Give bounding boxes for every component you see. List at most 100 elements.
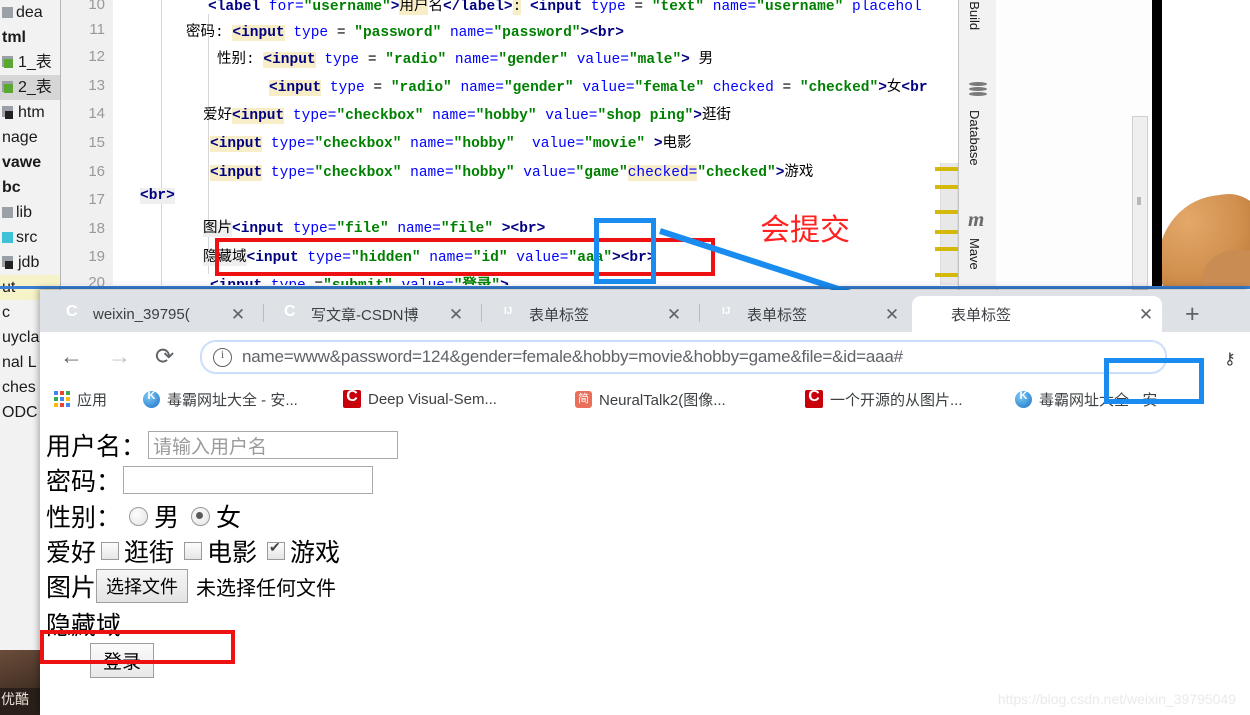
- browser-tab-active[interactable]: 表单标签 ✕: [912, 296, 1162, 332]
- code-line: 爱好<input type="checkbox" name="hobby" va…: [203, 108, 731, 124]
- hobby-checkbox-movie[interactable]: [184, 542, 203, 560]
- project-item-label: ches: [2, 379, 36, 396]
- address-bar[interactable]: name=www&password=124&gender=female&hobb…: [200, 340, 1167, 374]
- line-number: 11: [89, 21, 105, 38]
- maven-m-icon: m: [968, 207, 985, 231]
- intellij-idea-icon: [720, 305, 738, 323]
- line-number: 12: [88, 48, 105, 65]
- code-line: <input type = "radio" name="gender" valu…: [269, 80, 928, 96]
- project-item-label: bc: [2, 179, 21, 196]
- line-number: 10: [88, 0, 105, 13]
- gender-radio-female[interactable]: [191, 506, 211, 526]
- site-info-icon[interactable]: [213, 347, 232, 367]
- tab-close-icon[interactable]: ✕: [884, 306, 900, 323]
- project-item-label: src: [16, 229, 38, 246]
- bookmark-item[interactable]: 毒霸网址大全 - 安...: [143, 388, 298, 410]
- password-input[interactable]: [123, 466, 374, 494]
- project-tree-item[interactable]: src: [0, 225, 60, 250]
- ide-tab-database[interactable]: Database: [967, 110, 982, 166]
- browser-tab[interactable]: 表单标签 ✕: [490, 296, 690, 332]
- line-number: 15: [88, 134, 105, 151]
- tab-close-icon[interactable]: ✕: [230, 306, 246, 323]
- scrollbar-grip-icon: [1137, 197, 1141, 205]
- project-item-label: nal L: [2, 354, 37, 371]
- project-item-label: lib: [16, 204, 33, 221]
- project-item-label: jdb: [18, 254, 40, 271]
- file-status-text: 未选择任何文件: [196, 577, 337, 600]
- ide-tab-build[interactable]: t Build: [967, 0, 982, 30]
- ide-tab-maven[interactable]: Mave: [967, 238, 982, 270]
- csdn-icon: [343, 388, 361, 408]
- hobby-label: 爱好: [46, 539, 97, 567]
- line-number: 13: [88, 77, 105, 94]
- project-tree-item[interactable]: dea: [0, 0, 60, 25]
- project-tree-item[interactable]: tml: [0, 25, 60, 50]
- project-tree-item[interactable]: htm: [0, 100, 60, 125]
- page-viewport: 用户名： 请输入用户名 密码： 性别： 男 女 爱好 逛街 电影 游戏: [40, 418, 1250, 715]
- hobby-shopping-label: 逛街: [124, 539, 175, 567]
- username-row: 用户名： 请输入用户名: [46, 427, 399, 463]
- bookmark-apps[interactable]: 应用: [54, 388, 107, 410]
- intellij-idea-icon: [924, 305, 942, 323]
- project-tree-item[interactable]: nage: [0, 125, 60, 150]
- hobby-row: 爱好 逛街 电影 游戏: [46, 533, 340, 569]
- username-placeholder-text: 请输入用户名: [153, 436, 268, 458]
- project-item-label: uycla: [2, 329, 40, 346]
- ide-right-toolbar[interactable]: t Build Database m Mave: [958, 0, 998, 290]
- file-row: 图片 选择文件 未选择任何文件: [46, 568, 336, 604]
- bookmark-item[interactable]: NeuralTalk2(图像...: [575, 388, 726, 410]
- project-item-label: ODC: [2, 404, 38, 421]
- browser-tab[interactable]: 写文章-CSDN博 ✕: [272, 296, 472, 332]
- tab-close-icon[interactable]: ✕: [666, 306, 682, 323]
- password-key-icon[interactable]: ⚷: [1224, 349, 1236, 369]
- username-input[interactable]: 请输入用户名: [148, 431, 399, 459]
- forward-button-icon[interactable]: →: [108, 344, 132, 368]
- bookmark-label: NeuralTalk2(图像...: [599, 391, 726, 409]
- project-item-label: 1_表: [18, 54, 52, 71]
- bookmark-item[interactable]: Deep Visual-Sem...: [343, 388, 497, 410]
- line-number: 19: [88, 248, 105, 265]
- line-number: 17: [88, 191, 105, 208]
- editor-warning-markers: [935, 163, 963, 285]
- gender-female-label: 女: [216, 504, 242, 532]
- tab-close-icon[interactable]: ✕: [1138, 306, 1154, 323]
- taskbar-label: 优酷: [1, 691, 29, 707]
- code-line: 性别: <input type = "radio" name="gender" …: [217, 52, 714, 68]
- project-tree-item[interactable]: bc: [0, 175, 60, 200]
- desktop-black-strip: [1152, 0, 1162, 288]
- reload-button-icon[interactable]: ⟳: [155, 344, 179, 368]
- project-tree-item-selected[interactable]: 2_表: [0, 75, 60, 100]
- project-tree-item[interactable]: jdb: [0, 250, 60, 275]
- database-icon: [969, 82, 987, 98]
- code-line: 密码: <input type = "password" name="passw…: [186, 25, 625, 41]
- back-button-icon[interactable]: ←: [60, 344, 84, 368]
- hobby-checkbox-game[interactable]: [267, 539, 286, 560]
- project-item-label: htm: [18, 104, 45, 121]
- project-item-label: vawe: [2, 154, 42, 171]
- browser-tab[interactable]: weixin_39795( ✕: [54, 296, 254, 332]
- hobby-game-label: 游戏: [290, 539, 341, 567]
- gender-radio-male[interactable]: [129, 506, 149, 526]
- username-label: 用户名：: [46, 433, 147, 461]
- annotation-blue-box-code: [594, 218, 656, 284]
- choose-file-button[interactable]: 选择文件: [96, 569, 189, 603]
- tab-close-icon[interactable]: ✕: [448, 306, 464, 323]
- apps-grid-icon: [54, 391, 70, 407]
- project-tree-item[interactable]: 1_表: [0, 50, 60, 75]
- project-item-label: c: [2, 304, 10, 321]
- browser-tab[interactable]: 表单标签 ✕: [708, 296, 908, 332]
- bookmarks-bar: 应用 毒霸网址大全 - 安... Deep Visual-Sem... Neur…: [40, 380, 1250, 419]
- bookmark-item[interactable]: 一个开源的从图片...: [805, 388, 963, 410]
- new-tab-button[interactable]: +: [1185, 302, 1200, 327]
- kingsoft-k-icon: [1015, 390, 1032, 408]
- hobby-checkbox-shopping[interactable]: [101, 542, 120, 560]
- browser-navigation-bar: ← → ⟳ name=www&password=124&gender=femal…: [40, 332, 1250, 380]
- project-item-label: tml: [2, 29, 26, 46]
- window-divider: [0, 286, 1250, 289]
- project-tree-item[interactable]: lib: [0, 200, 60, 225]
- tab-label: 表单标签: [529, 306, 590, 324]
- tab-label: weixin_39795(: [93, 305, 190, 323]
- tab-label: 写文章-CSDN博: [311, 306, 419, 324]
- csdn-icon: [66, 305, 84, 323]
- project-tree-item[interactable]: vawe: [0, 150, 60, 175]
